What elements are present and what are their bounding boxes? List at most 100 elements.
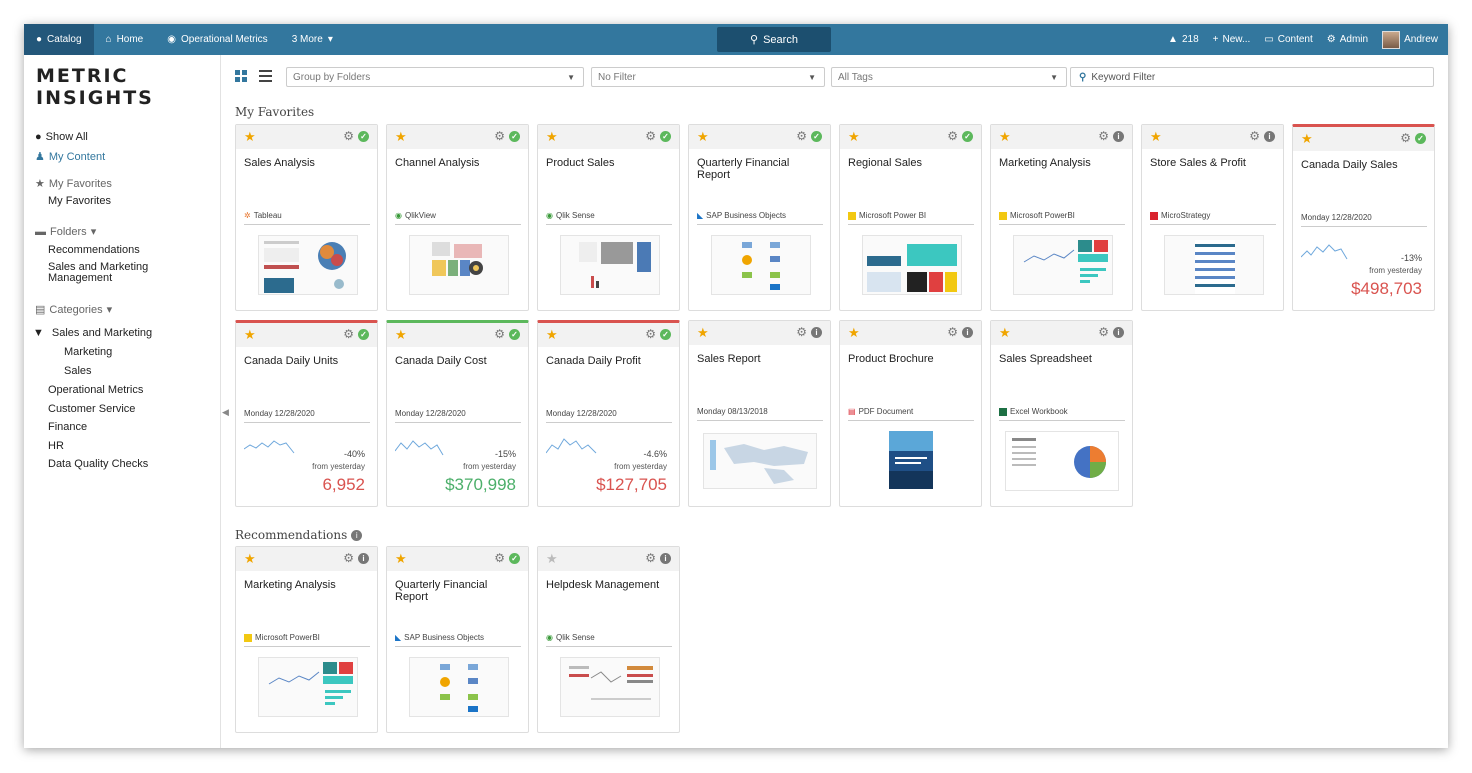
new-button[interactable]: + New... bbox=[1213, 34, 1251, 45]
sidebar-item-hr[interactable]: HR bbox=[48, 440, 64, 452]
sidebar-item-operational-metrics[interactable]: Operational Metrics bbox=[48, 384, 143, 396]
metric-date: Monday 12/28/2020 bbox=[546, 409, 672, 423]
gear-icon[interactable]: ⚙ bbox=[796, 129, 807, 143]
admin-button[interactable]: ⚙ Admin bbox=[1327, 34, 1368, 45]
group-by-select[interactable]: Group by Folders ▼ bbox=[286, 67, 584, 87]
gear-icon[interactable]: ⚙ bbox=[494, 129, 505, 143]
star-icon[interactable]: ★ bbox=[244, 551, 256, 567]
nav-home[interactable]: ⌂ Home bbox=[94, 24, 156, 55]
element-card[interactable]: ★ ⚙ i Sales Spreadsheet Excel Workbook bbox=[990, 320, 1133, 507]
card-title: Canada Daily Sales bbox=[1301, 159, 1398, 171]
metric-value: $127,705 bbox=[596, 475, 667, 494]
nav-catalog[interactable]: ● Catalog bbox=[24, 24, 94, 55]
tags-select[interactable]: All Tags ▼ bbox=[831, 67, 1067, 87]
caret-down-icon: ▾ bbox=[106, 304, 113, 316]
star-icon[interactable]: ★ bbox=[395, 551, 407, 567]
metric-card[interactable]: ★ ⚙ ✓ Canada Daily Units Monday 12/28/2020… bbox=[235, 320, 378, 507]
sidebar-folders-header[interactable]: ▬ Folders ▾ bbox=[35, 225, 96, 239]
gear-icon[interactable]: ⚙ bbox=[1098, 325, 1109, 339]
metric-date: Monday 12/28/2020 bbox=[1301, 213, 1427, 227]
gear-icon[interactable]: ⚙ bbox=[343, 129, 354, 143]
gear-icon[interactable]: ⚙ bbox=[645, 551, 656, 565]
filter-select[interactable]: No Filter ▼ bbox=[591, 67, 825, 87]
element-card[interactable]: ★ ⚙ i Product Brochure ▤ PDF Document bbox=[839, 320, 982, 507]
sidebar-favorites-header[interactable]: ★ My Favorites bbox=[35, 177, 112, 191]
star-icon[interactable]: ★ bbox=[848, 129, 860, 145]
sidebar-item-recommendations[interactable]: Recommendations bbox=[48, 244, 140, 256]
gear-icon[interactable]: ⚙ bbox=[645, 129, 656, 143]
metric-card[interactable]: ★ ⚙ ✓ Canada Daily Cost Monday 12/28/2020 … bbox=[386, 320, 529, 507]
gear-icon[interactable]: ⚙ bbox=[645, 327, 656, 341]
home-icon: ⌂ bbox=[105, 34, 112, 45]
metric-card[interactable]: ★ ⚙ ✓ Canada Daily Sales Monday 12/28/2020… bbox=[1292, 124, 1435, 311]
sidebar-item-marketing[interactable]: Marketing bbox=[64, 346, 112, 358]
sidebar-categories-header[interactable]: ▤ Categories ▾ bbox=[35, 303, 113, 317]
element-card[interactable]: ★ ⚙ i Helpdesk Management ◉ Qlik Sense bbox=[537, 546, 680, 733]
info-icon: i bbox=[811, 327, 822, 338]
alerts-button[interactable]: ▲ 218 bbox=[1168, 34, 1199, 45]
element-card[interactable]: ★ ⚙ ✓ Sales Analysis ✲ Tableau bbox=[235, 124, 378, 311]
card-source: ✲ Tableau bbox=[244, 211, 370, 225]
sap-icon: ◣ bbox=[697, 211, 704, 220]
search-button[interactable]: ⚲ Search bbox=[717, 27, 831, 52]
element-card[interactable]: ★ ⚙ ✓ Product Sales ◉ Qlik Sense bbox=[537, 124, 680, 311]
user-menu[interactable]: Andrew bbox=[1382, 30, 1438, 49]
nav-operational-metrics[interactable]: ◉ Operational Metrics bbox=[155, 24, 279, 55]
section-title-favorites: My Favorites bbox=[235, 105, 315, 119]
element-card[interactable]: ★ ⚙ i Marketing Analysis Microsoft PowerBI bbox=[235, 546, 378, 733]
app-logo: METRIC INSIGHTS bbox=[36, 65, 154, 109]
sidebar-item-sales-and-marketing[interactable]: ▼ Sales and Marketing bbox=[33, 327, 152, 339]
sidebar-item-customer-service[interactable]: Customer Service bbox=[48, 403, 135, 415]
card-title: Canada Daily Cost bbox=[395, 355, 487, 367]
sidebar-item-data-quality-checks[interactable]: Data Quality Checks bbox=[48, 458, 148, 470]
star-icon[interactable]: ★ bbox=[546, 551, 558, 567]
sidebar-my-content[interactable]: ♟ My Content bbox=[35, 150, 105, 164]
gear-icon[interactable]: ⚙ bbox=[947, 325, 958, 339]
gear-icon[interactable]: ⚙ bbox=[1400, 131, 1411, 145]
gear-icon[interactable]: ⚙ bbox=[1249, 129, 1260, 143]
star-icon[interactable]: ★ bbox=[1150, 129, 1162, 145]
star-icon[interactable]: ★ bbox=[244, 129, 256, 145]
star-icon[interactable]: ★ bbox=[395, 327, 407, 343]
grid-view-icon[interactable] bbox=[235, 70, 247, 82]
star-icon[interactable]: ★ bbox=[697, 325, 709, 341]
gear-icon[interactable]: ⚙ bbox=[796, 325, 807, 339]
gear-icon[interactable]: ⚙ bbox=[947, 129, 958, 143]
sidebar-item-finance[interactable]: Finance bbox=[48, 421, 87, 433]
star-icon[interactable]: ★ bbox=[546, 327, 558, 343]
gear-icon[interactable]: ⚙ bbox=[494, 551, 505, 565]
list-view-icon[interactable] bbox=[259, 70, 272, 82]
gear-icon[interactable]: ⚙ bbox=[343, 327, 354, 341]
sidebar-item-sales-marketing-management[interactable]: Sales and Marketing Management bbox=[48, 262, 148, 284]
gear-icon[interactable]: ⚙ bbox=[494, 327, 505, 341]
nav-more[interactable]: 3 More ▾ bbox=[280, 24, 345, 55]
sidebar-item-my-favorites[interactable]: My Favorites bbox=[48, 195, 111, 207]
star-icon[interactable]: ★ bbox=[1301, 131, 1313, 147]
element-card[interactable]: ★ ⚙ ✓ Regional Sales Microsoft Power BI bbox=[839, 124, 982, 311]
sidebar-collapse-icon[interactable]: ◀ bbox=[222, 407, 229, 418]
gear-icon[interactable]: ⚙ bbox=[343, 551, 354, 565]
element-card[interactable]: ★ ⚙ i Sales Report Monday 08/13/2018 bbox=[688, 320, 831, 507]
metric-value: $498,703 bbox=[1351, 279, 1422, 298]
star-icon[interactable]: ★ bbox=[546, 129, 558, 145]
star-icon[interactable]: ★ bbox=[848, 325, 860, 341]
card-title: Sales Report bbox=[697, 353, 761, 365]
keyword-filter-input[interactable]: ⚲ Keyword Filter bbox=[1070, 67, 1434, 87]
element-card[interactable]: ★ ⚙ ✓ Quarterly Financial Report ◣ SAP Busi… bbox=[386, 546, 529, 733]
star-icon[interactable]: ★ bbox=[999, 325, 1011, 341]
element-card[interactable]: ★ ⚙ i Marketing Analysis Microsoft PowerBI bbox=[990, 124, 1133, 311]
star-icon[interactable]: ★ bbox=[244, 327, 256, 343]
info-icon[interactable]: i bbox=[351, 529, 363, 541]
sidebar-show-all[interactable]: ● Show All bbox=[35, 131, 88, 143]
sidebar-item-sales[interactable]: Sales bbox=[64, 365, 92, 377]
gear-icon[interactable]: ⚙ bbox=[1098, 129, 1109, 143]
element-card[interactable]: ★ ⚙ i Store Sales & Profit MicroStrategy bbox=[1141, 124, 1284, 311]
content-button[interactable]: ▭ Content bbox=[1264, 34, 1312, 45]
check-icon: ✓ bbox=[509, 329, 520, 340]
star-icon[interactable]: ★ bbox=[999, 129, 1011, 145]
element-card[interactable]: ★ ⚙ ✓ Quarterly Financial Report ◣ SAP Busi… bbox=[688, 124, 831, 311]
element-card[interactable]: ★ ⚙ ✓ Channel Analysis ◉ QlikView bbox=[386, 124, 529, 311]
star-icon[interactable]: ★ bbox=[697, 129, 709, 145]
star-icon[interactable]: ★ bbox=[395, 129, 407, 145]
metric-card[interactable]: ★ ⚙ ✓ Canada Daily Profit Monday 12/28/202… bbox=[537, 320, 680, 507]
